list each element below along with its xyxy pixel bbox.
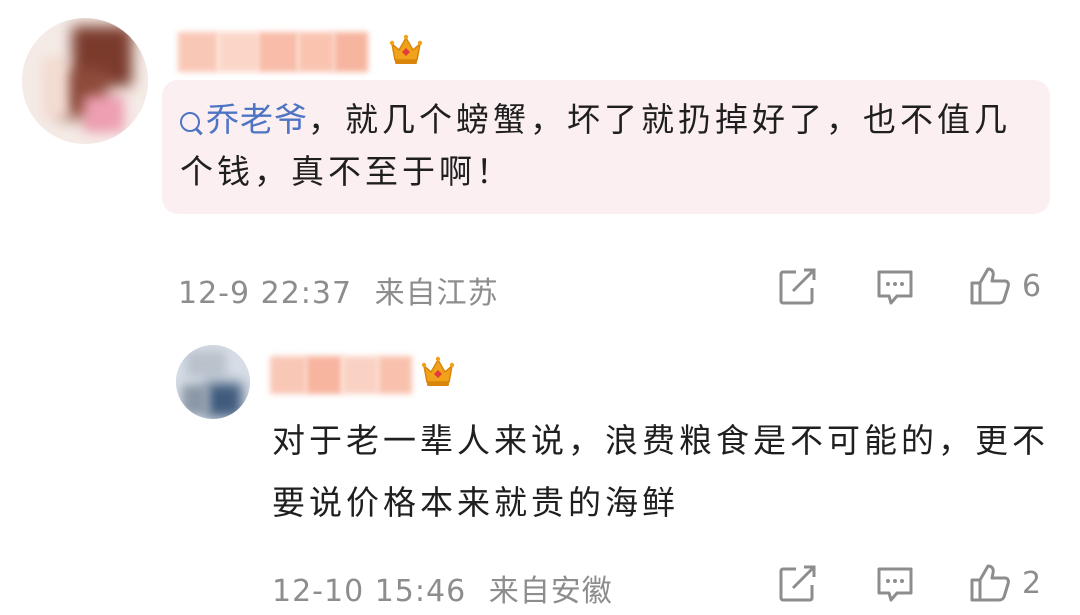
location: 来自江苏 xyxy=(374,276,499,311)
like-button[interactable]: 6 xyxy=(968,265,1041,307)
mention-tag[interactable]: 乔老爷 xyxy=(180,100,308,139)
comment-icon xyxy=(877,567,913,602)
like-icon xyxy=(970,564,1010,602)
comment-text: 乔老爷，就几个螃蟹，坏了就扔掉好了，也不值几个钱，真不至于啊！ xyxy=(180,100,1011,191)
reply-username[interactable] xyxy=(270,356,420,394)
vip-crown-icon xyxy=(421,356,455,386)
timestamp: 12-10 15:46 xyxy=(272,574,467,609)
vip-crown-icon xyxy=(389,34,423,64)
reply-text: 对于老一辈人来说，浪费粮食是不可能的，更不要说价格本来就贵的海鲜 xyxy=(272,421,1049,522)
like-icon xyxy=(970,267,1010,305)
comment-bubble: 乔老爷，就几个螃蟹，坏了就扔掉好了，也不值几个钱，真不至于啊！ xyxy=(162,80,1050,214)
username[interactable] xyxy=(178,32,378,72)
location: 来自安徽 xyxy=(488,574,613,609)
reply-like-button[interactable]: 2 xyxy=(968,562,1041,604)
comment-icon xyxy=(877,270,913,305)
reply-repost-button[interactable] xyxy=(778,565,818,603)
comment-button[interactable] xyxy=(875,268,915,306)
timestamp: 12-9 22:37 xyxy=(178,276,353,311)
like-count: 2 xyxy=(1022,565,1042,601)
repost-button[interactable] xyxy=(778,268,818,306)
reply-avatar[interactable] xyxy=(176,345,250,419)
repost-icon xyxy=(779,565,816,602)
reply-meta: 12-10 15:46 来自安徽 xyxy=(272,566,613,610)
reply-comment-button[interactable] xyxy=(875,565,915,603)
repost-icon xyxy=(779,268,816,305)
comment-meta: 12-9 22:37 来自江苏 xyxy=(178,268,499,312)
search-icon xyxy=(180,112,200,132)
avatar[interactable] xyxy=(22,18,148,144)
like-count: 6 xyxy=(1022,268,1042,304)
